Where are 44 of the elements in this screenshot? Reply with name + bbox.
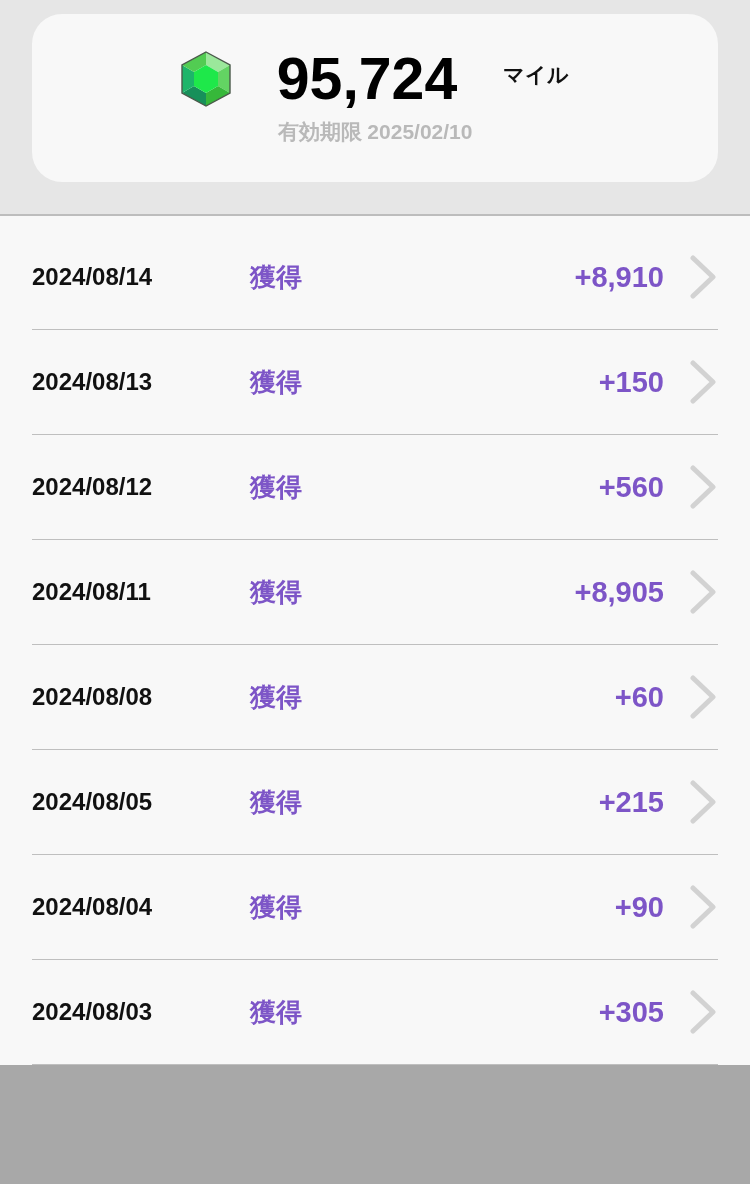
history-date: 2024/08/13 xyxy=(32,368,154,396)
history-date: 2024/08/12 xyxy=(32,473,154,501)
history-amount: +560 xyxy=(598,470,664,504)
history-row[interactable]: 2024/08/03 獲得 +305 xyxy=(32,960,718,1065)
history-type: 獲得 xyxy=(250,575,302,609)
history-type: 獲得 xyxy=(250,995,302,1029)
chevron-right-icon xyxy=(690,360,716,404)
history-row[interactable]: 2024/08/04 獲得 +90 xyxy=(32,855,718,960)
history-date: 2024/08/08 xyxy=(32,683,154,711)
history-row[interactable]: 2024/08/12 獲得 +560 xyxy=(32,435,718,540)
history-amount: +60 xyxy=(614,680,664,714)
history-amount: +215 xyxy=(598,785,664,819)
expiry-date: 有効期限 2025/02/10 xyxy=(277,119,473,145)
history-amount: +8,910 xyxy=(574,260,664,294)
history-type: 獲得 xyxy=(250,470,302,504)
history-amount: +150 xyxy=(598,365,664,399)
history-type: 獲得 xyxy=(250,365,302,399)
chevron-right-icon xyxy=(690,780,716,824)
chevron-right-icon xyxy=(690,675,716,719)
history-amount: +90 xyxy=(614,890,664,924)
gem-icon xyxy=(180,51,231,107)
history-type: 獲得 xyxy=(250,680,302,714)
history-date: 2024/08/04 xyxy=(32,893,154,921)
history-date: 2024/08/03 xyxy=(32,998,154,1026)
history-date: 2024/08/14 xyxy=(32,263,154,291)
miles-balance: 95,724 xyxy=(276,45,458,113)
history-type: 獲得 xyxy=(250,890,302,924)
history-type: 獲得 xyxy=(250,785,302,819)
history-date: 2024/08/11 xyxy=(32,578,152,606)
history-row[interactable]: 2024/08/08 獲得 +60 xyxy=(32,645,718,750)
history-row[interactable]: 2024/08/13 獲得 +150 xyxy=(32,330,718,435)
history-row[interactable]: 2024/08/05 獲得 +215 xyxy=(32,750,718,855)
chevron-right-icon xyxy=(690,990,716,1034)
history-date: 2024/08/05 xyxy=(32,788,154,816)
history-row[interactable]: 2024/08/14 獲得 +8,910 xyxy=(32,225,718,330)
miles-unit: マイル xyxy=(503,62,570,88)
history-amount: +8,905 xyxy=(574,575,664,609)
chevron-right-icon xyxy=(690,255,716,299)
chevron-right-icon xyxy=(690,465,716,509)
chevron-right-icon xyxy=(690,885,716,929)
chevron-right-icon xyxy=(690,570,716,614)
history-type: 獲得 xyxy=(250,260,302,294)
history-row[interactable]: 2024/08/11 獲得 +8,905 xyxy=(32,540,718,645)
history-amount: +305 xyxy=(598,995,664,1029)
